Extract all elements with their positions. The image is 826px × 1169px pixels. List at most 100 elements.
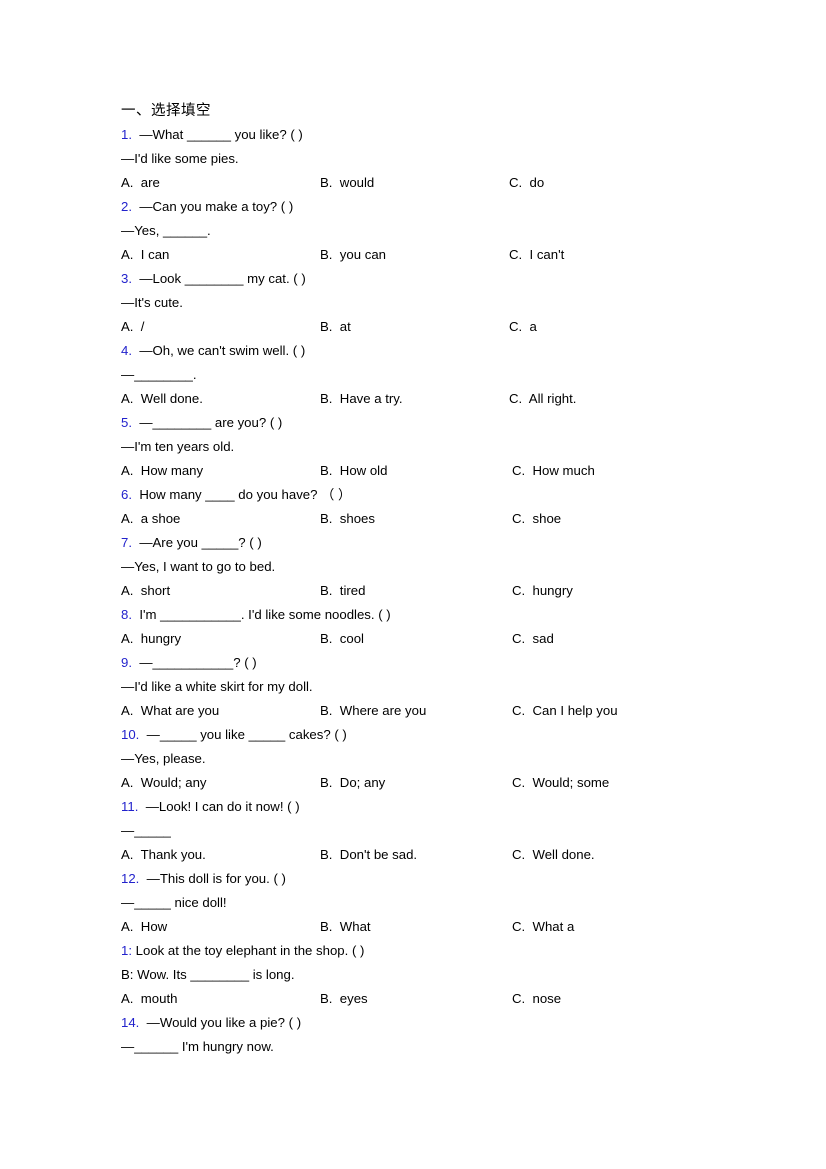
question-stem-text: —Can you make a toy? ( ) (139, 199, 294, 214)
question-stem-text: I'm ___________. I'd like some noodles. … (139, 607, 391, 622)
option-b[interactable]: B. Do; any (320, 771, 385, 795)
question-dialog: —_____ nice doll! (121, 895, 227, 910)
question-dialog: —I'd like some pies. (121, 151, 239, 166)
option-c[interactable]: C. What a (512, 915, 574, 939)
option-a[interactable]: A. Well done. (121, 387, 203, 411)
option-b[interactable]: B. How old (320, 459, 387, 483)
question-number: 14. (121, 1015, 140, 1030)
option-b-letter: B. (320, 775, 333, 790)
option-row: A. Would; any B. Do; any C. Would; some (121, 771, 781, 795)
question-number: 6. (121, 487, 132, 502)
option-row: A. I can B. you can C. I can't (121, 243, 781, 267)
option-a[interactable]: A. How (121, 915, 167, 939)
option-b[interactable]: B. Where are you (320, 699, 426, 723)
option-b-text: How old (339, 463, 388, 478)
option-a[interactable]: A. are (121, 171, 160, 195)
option-b[interactable]: B. at (320, 315, 351, 339)
question-stem: 1. —What ______ you like? ( ) (121, 123, 781, 147)
option-c[interactable]: C. How much (512, 459, 595, 483)
option-c-text: What a (532, 919, 575, 934)
option-a-text: are (140, 175, 160, 190)
option-a[interactable]: A. mouth (121, 987, 177, 1011)
option-c[interactable]: C. sad (512, 627, 554, 651)
option-b-letter: B. (320, 391, 333, 406)
option-b[interactable]: B. would (320, 171, 374, 195)
option-b[interactable]: B. tired (320, 579, 365, 603)
option-row: A. How many B. How old C. How much (121, 459, 781, 483)
option-a-letter: A. (121, 463, 134, 478)
option-c[interactable]: C. shoe (512, 507, 561, 531)
option-a-letter: A. (121, 319, 134, 334)
option-b-letter: B. (320, 847, 333, 862)
option-b-text: Do; any (339, 775, 386, 790)
option-a[interactable]: A. I can (121, 243, 169, 267)
question-number: 2. (121, 199, 132, 214)
option-c[interactable]: C. Can I help you (512, 699, 618, 723)
option-c[interactable]: C. hungry (512, 579, 573, 603)
option-b-text: cool (339, 631, 364, 646)
question-stem-text: —Would you like a pie? ( ) (146, 1015, 302, 1030)
option-a-text: short (140, 583, 171, 598)
option-b-text: Have a try. (339, 391, 403, 406)
option-a-text: Would; any (140, 775, 207, 790)
option-row: A. hungry B. cool C. sad (121, 627, 781, 651)
question-stem-text: —Are you _____? ( ) (139, 535, 262, 550)
option-a-text: How (140, 919, 168, 934)
option-a[interactable]: A. short (121, 579, 170, 603)
option-a[interactable]: A. How many (121, 459, 203, 483)
option-c-text: nose (532, 991, 562, 1006)
option-b-letter: B. (320, 175, 333, 190)
option-a-letter: A. (121, 991, 134, 1006)
question-stem: 8. I'm ___________. I'd like some noodle… (121, 603, 781, 627)
question-number: 1: (121, 943, 132, 958)
option-c-letter: C. (509, 175, 523, 190)
question-stem: 10. —_____ you like _____ cakes? ( ) (121, 723, 781, 747)
option-b[interactable]: B. eyes (320, 987, 368, 1011)
question-stem: 9. —___________? ( ) (121, 651, 781, 675)
option-c-letter: C. (512, 991, 526, 1006)
option-a-letter: A. (121, 391, 134, 406)
question-stem-text: —________ are you? ( ) (139, 415, 283, 430)
option-b[interactable]: B. What (320, 915, 371, 939)
option-a[interactable]: A. hungry (121, 627, 181, 651)
question-stem-text: —This doll is for you. ( ) (146, 871, 286, 886)
option-c-text: Would; some (532, 775, 610, 790)
option-b-text: shoes (339, 511, 375, 526)
option-a[interactable]: A. / (121, 315, 144, 339)
option-c-text: How much (532, 463, 595, 478)
question-number: 12. (121, 871, 140, 886)
question-stem-text: —What ______ you like? ( ) (139, 127, 303, 142)
option-a-text: a shoe (140, 511, 181, 526)
option-b[interactable]: B. cool (320, 627, 364, 651)
option-a-letter: A. (121, 919, 134, 934)
question-number: 5. (121, 415, 132, 430)
option-a-letter: A. (121, 175, 134, 190)
option-c[interactable]: C. Would; some (512, 771, 609, 795)
option-b[interactable]: B. shoes (320, 507, 375, 531)
option-a-letter: A. (121, 703, 134, 718)
option-a[interactable]: A. What are you (121, 699, 219, 723)
option-c-text: I can't (529, 247, 565, 262)
option-b[interactable]: B. you can (320, 243, 386, 267)
option-c[interactable]: C. a (509, 315, 537, 339)
question-dialog: —Yes, please. (121, 751, 206, 766)
option-b[interactable]: B. Have a try. (320, 387, 403, 411)
option-a[interactable]: A. Would; any (121, 771, 207, 795)
option-a[interactable]: A. a shoe (121, 507, 180, 531)
option-a[interactable]: A. Thank you. (121, 843, 206, 867)
option-row: A. are B. would C. do (121, 171, 781, 195)
option-b-text: Where are you (339, 703, 427, 718)
question-stem-text: —___________? ( ) (139, 655, 257, 670)
option-c[interactable]: C. Well done. (512, 843, 595, 867)
option-c[interactable]: C. I can't (509, 243, 564, 267)
option-c-letter: C. (509, 391, 523, 406)
option-b[interactable]: B. Don't be sad. (320, 843, 417, 867)
option-c[interactable]: C. nose (512, 987, 561, 1011)
option-row: A. short B. tired C. hungry (121, 579, 781, 603)
option-b-letter: B. (320, 583, 333, 598)
option-b-text: eyes (339, 991, 368, 1006)
option-c[interactable]: C. All right. (509, 387, 576, 411)
option-row: A. / B. at C. a (121, 315, 781, 339)
option-c[interactable]: C. do (509, 171, 544, 195)
question-stem-text: —_____ you like _____ cakes? ( ) (146, 727, 347, 742)
